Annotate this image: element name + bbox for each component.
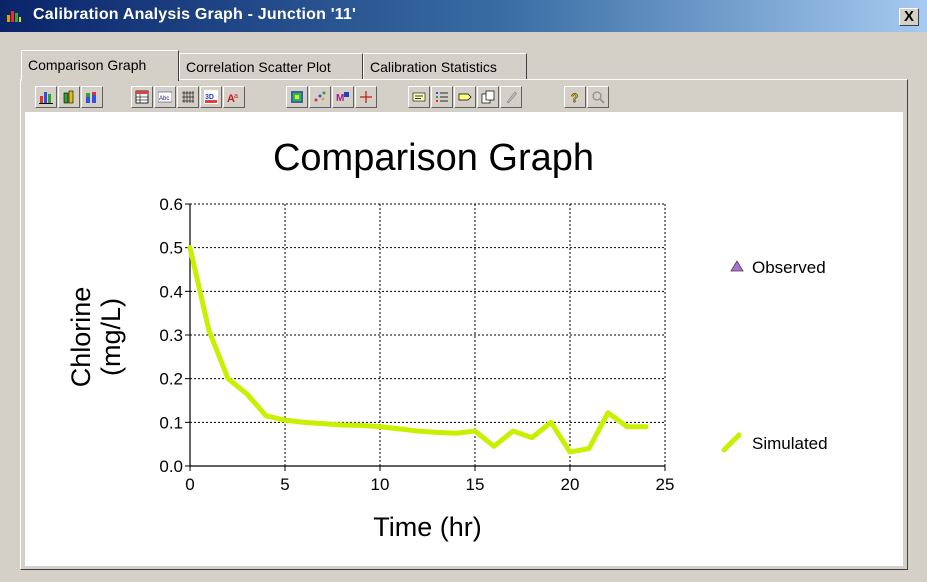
- y-tick-label: 0.5: [159, 239, 183, 258]
- font-button[interactable]: Aa: [223, 86, 245, 108]
- svg-text:M: M: [336, 93, 344, 104]
- stacked-bar-chart-icon: [86, 92, 96, 103]
- 3d-icon: 3D: [204, 90, 218, 104]
- y-tick-label: 0.4: [159, 282, 183, 301]
- tag-icon: [458, 93, 472, 101]
- svg-text:3D: 3D: [205, 94, 214, 101]
- edit-button[interactable]: [500, 86, 522, 108]
- 3d-bar-chart-button[interactable]: [58, 86, 80, 108]
- tab-comparison-graph[interactable]: Comparison Graph: [21, 50, 179, 81]
- data-grid-icon: [135, 90, 149, 104]
- crosshair-button[interactable]: [355, 86, 377, 108]
- y-axis-label-line: (mg/L): [96, 298, 126, 376]
- series-style-button[interactable]: M: [332, 86, 354, 108]
- 3d-view-button[interactable]: 3D: [200, 86, 222, 108]
- scatter-markers-icon: [314, 91, 326, 102]
- crosshair-icon: [360, 91, 372, 103]
- tab-label: Correlation Scatter Plot: [186, 59, 331, 75]
- svg-text:a: a: [234, 93, 238, 100]
- chart-area: Comparison Graph 0 5 10 15 20 25 0.0 0.1 0.2 0.3 0.…: [25, 112, 903, 566]
- chart-title: Comparison Graph: [273, 137, 594, 179]
- observed-legend-marker: [730, 260, 744, 272]
- gridlines-icon: [182, 91, 194, 103]
- y-tick-label: 0.3: [159, 326, 183, 345]
- text-icon: Abc: [158, 91, 172, 103]
- bar-chart-icon: [39, 92, 53, 104]
- title-bar: Calibration Analysis Graph - Junction '1…: [0, 0, 927, 32]
- bar-chart-button[interactable]: [35, 86, 57, 108]
- font-icon: Aa: [227, 93, 238, 104]
- y-axis-label-line: Chlorine: [66, 287, 96, 388]
- window-title: Calibration Analysis Graph - Junction '1…: [33, 6, 357, 23]
- stacked-bar-chart-button[interactable]: [81, 86, 103, 108]
- y-tick-label: 0.1: [159, 413, 183, 432]
- markers-button[interactable]: [309, 86, 331, 108]
- palette-icon: [291, 91, 303, 103]
- x-tick-label: 5: [280, 475, 289, 494]
- color-palette-button[interactable]: [286, 86, 308, 108]
- legend-icon: [436, 92, 448, 102]
- x-tick-label: 25: [656, 475, 675, 494]
- simulated-legend-marker: [721, 432, 742, 453]
- 3d-bar-chart-icon: [63, 90, 74, 104]
- magnifier-icon: [592, 91, 605, 104]
- tag-button[interactable]: [454, 86, 476, 108]
- close-button[interactable]: X: [899, 8, 919, 26]
- app-icon: [7, 11, 21, 22]
- tab-correlation-scatter-plot[interactable]: Correlation Scatter Plot: [179, 53, 363, 79]
- x-tick-label: 20: [561, 475, 580, 494]
- title-bar-button[interactable]: [408, 86, 430, 108]
- copy-icon: [481, 90, 495, 104]
- text-label-button[interactable]: Abc: [154, 86, 176, 108]
- y-tick-label: 0.2: [159, 370, 183, 389]
- zoom-button[interactable]: [587, 86, 609, 108]
- svg-text:?: ?: [571, 91, 578, 104]
- x-axis-label: Time (hr): [373, 512, 482, 542]
- observed-legend-label: Observed: [752, 258, 826, 277]
- help-button[interactable]: ?: [564, 86, 586, 108]
- pencil-icon: [506, 91, 517, 104]
- title-icon: [412, 92, 426, 102]
- legend-button[interactable]: [431, 86, 453, 108]
- x-tick-label: 0: [185, 475, 194, 494]
- y-tick-label: 0.0: [159, 457, 183, 476]
- close-icon: X: [903, 8, 914, 25]
- y-tick-label: 0.6: [159, 195, 183, 214]
- tab-calibration-statistics[interactable]: Calibration Statistics: [363, 53, 527, 79]
- gridlines-button[interactable]: [177, 86, 199, 108]
- x-tick-label: 15: [466, 475, 485, 494]
- svg-text:Abc: Abc: [159, 96, 169, 102]
- simulated-series-line: [187, 245, 649, 455]
- comparison-chart: Comparison Graph 0 5 10 15 20 25 0.0 0.1 0.2 0.3 0.…: [66, 137, 828, 542]
- tab-label: Comparison Graph: [28, 57, 147, 73]
- copy-button[interactable]: [477, 86, 499, 108]
- simulated-legend-label: Simulated: [752, 434, 828, 453]
- x-tick-label: 10: [371, 475, 390, 494]
- help-icon: ?: [571, 91, 579, 104]
- data-grid-button[interactable]: [131, 86, 153, 108]
- series-style-icon: M: [336, 92, 349, 104]
- tab-label: Calibration Statistics: [370, 59, 497, 75]
- y-axis-label: Chlorine(mg/L): [66, 287, 126, 388]
